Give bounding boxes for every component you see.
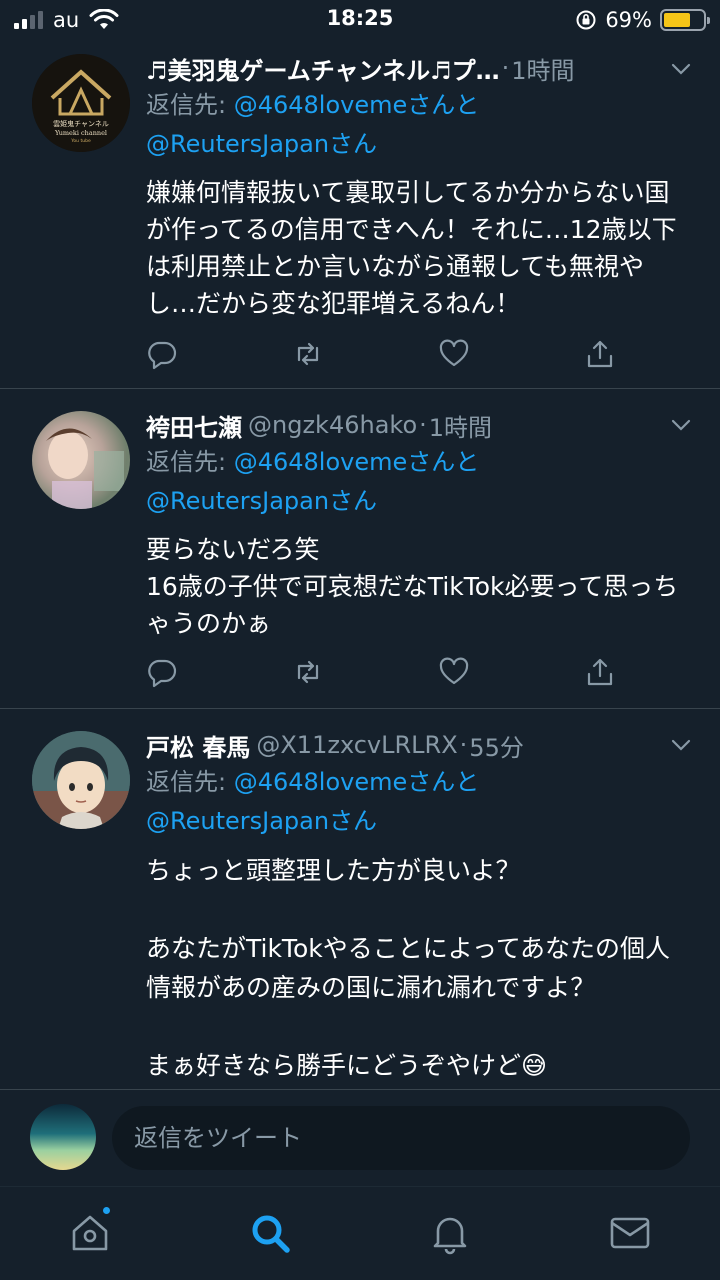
- reply-context: 返信先: @4648lovemeさんと @ReutersJapanさん: [146, 443, 690, 521]
- tweet-text: ちょっと頭整理した方が良いよ？ あなたがTikTokやることによってあなたの個人…: [146, 856, 670, 1080]
- separator-dot: ·: [501, 54, 510, 82]
- tweet[interactable]: 雲姫鬼チャンネル Yumeki channel You tube ♬美羽鬼ゲーム…: [0, 40, 720, 389]
- battery-icon: [660, 9, 710, 31]
- avatar[interactable]: [32, 731, 130, 829]
- logo-text-1: 雲姫鬼チャンネル: [53, 119, 109, 128]
- share-icon[interactable]: [584, 338, 616, 370]
- messages-icon[interactable]: [608, 1211, 652, 1255]
- mention-link[interactable]: @ReutersJapanさん: [146, 487, 377, 515]
- mention-link[interactable]: @4648lovemeさんと: [234, 448, 480, 476]
- mention-link[interactable]: @4648lovemeさんと: [234, 91, 480, 119]
- retweet-icon[interactable]: [292, 338, 324, 370]
- timestamp: 1時間: [428, 413, 493, 442]
- chevron-down-icon[interactable]: [670, 734, 692, 756]
- tweet[interactable]: 袴田七瀬 @ngzk46hako · 1時間 返信先: @4648lovemeさ…: [0, 389, 720, 709]
- tweet[interactable]: 戸松 春馬 @X11zxcvLRLRX · 55分 返信先: @4648love…: [0, 709, 720, 1090]
- home-icon[interactable]: [68, 1211, 112, 1255]
- timestamp: 1時間: [511, 56, 575, 85]
- reply-prefix: 返信先:: [146, 448, 234, 476]
- timestamp: 55分: [469, 733, 524, 762]
- search-icon[interactable]: [248, 1211, 292, 1255]
- new-content-dot: [101, 1205, 112, 1216]
- reply-icon[interactable]: [146, 338, 178, 370]
- like-icon[interactable]: [438, 338, 470, 370]
- mention-link[interactable]: @ReutersJapanさん: [146, 807, 377, 835]
- avatar[interactable]: [32, 411, 130, 509]
- channel-logo-icon: 雲姫鬼チャンネル Yumeki channel You tube: [32, 54, 130, 152]
- share-icon[interactable]: [584, 656, 616, 688]
- reply-context: 返信先: @4648lovemeさんと @ReutersJapanさん: [146, 763, 690, 841]
- handle[interactable]: @X11zxcvLRLRX: [256, 731, 457, 759]
- tweet-text: 要らないだろ笑 16歳の子供で可哀想だなTikTok必要って思っちゃうのかぁ: [146, 535, 679, 638]
- reply-prefix: 返信先:: [146, 91, 234, 119]
- battery-percent: 69%: [605, 8, 652, 32]
- like-icon[interactable]: [438, 656, 470, 688]
- display-name[interactable]: ♬美羽鬼ゲームチャンネル♬プ…: [146, 51, 500, 86]
- reply-context: 返信先: @4648lovemeさんと @ReutersJapanさん: [146, 86, 690, 164]
- avatar-photo: [46, 428, 124, 509]
- my-avatar[interactable]: [30, 1104, 96, 1170]
- reply-icon[interactable]: [146, 656, 178, 688]
- avatar[interactable]: 雲姫鬼チャンネル Yumeki channel You tube: [32, 54, 130, 152]
- display-name[interactable]: 袴田七瀬: [146, 408, 242, 443]
- mention-link[interactable]: @4648lovemeさんと: [234, 768, 480, 796]
- logo-text-3: You tube: [70, 138, 91, 144]
- mention-link[interactable]: @ReutersJapanさん: [146, 130, 377, 158]
- reply-bar: 返信をツイート: [0, 1090, 720, 1186]
- logo-text-2: Yumeki channel: [54, 129, 107, 137]
- reply-input[interactable]: 返信をツイート: [112, 1106, 690, 1170]
- retweet-icon[interactable]: [292, 656, 324, 688]
- orientation-lock-icon: [576, 10, 596, 30]
- avatar-illustration: [32, 731, 130, 829]
- chevron-down-icon[interactable]: [670, 414, 692, 436]
- chevron-down-icon[interactable]: [670, 58, 692, 80]
- tab-bar: [0, 1186, 720, 1280]
- separator-dot: ·: [459, 731, 468, 759]
- tweet-text: 嫌嫌何情報抜いて裏取引してるか分からない国が作ってるの信用できへん！それに…12…: [146, 178, 677, 318]
- notifications-icon[interactable]: [428, 1211, 472, 1255]
- reply-prefix: 返信先:: [146, 768, 234, 796]
- separator-dot: ·: [419, 411, 427, 439]
- handle[interactable]: @ngzk46hako: [248, 411, 417, 439]
- display-name[interactable]: 戸松 春馬: [146, 728, 250, 763]
- status-bar: au 18:25 69%: [0, 0, 720, 40]
